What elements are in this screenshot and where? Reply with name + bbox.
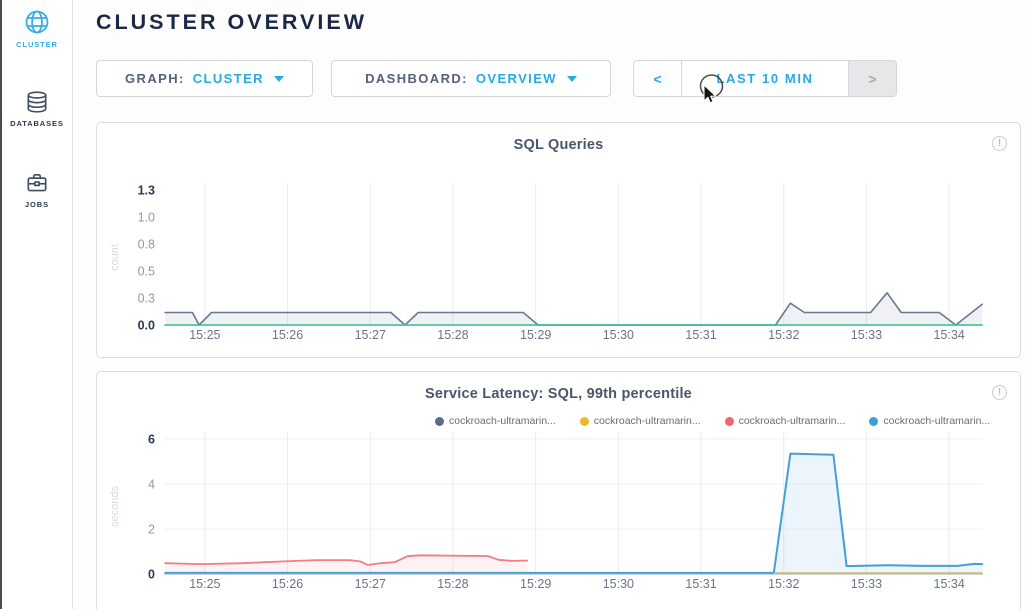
svg-text:15:29: 15:29 (520, 328, 551, 342)
svg-text:15:29: 15:29 (520, 577, 551, 591)
svg-text:15:26: 15:26 (272, 577, 303, 591)
svg-text:15:32: 15:32 (768, 328, 799, 342)
svg-text:15:25: 15:25 (189, 577, 220, 591)
graph-dropdown-value: CLUSTER (193, 71, 264, 86)
svg-text:15:31: 15:31 (685, 577, 716, 591)
time-next-button[interactable]: > (848, 61, 896, 96)
dashboard-dropdown-value: OVERVIEW (476, 71, 557, 86)
time-range-label[interactable]: LAST 10 MIN (682, 61, 848, 96)
database-icon (24, 89, 50, 115)
toolbar: GRAPH: CLUSTER DASHBOARD: OVERVIEW < LAS… (96, 60, 897, 97)
svg-text:15:30: 15:30 (603, 577, 634, 591)
svg-text:0.3: 0.3 (138, 292, 155, 306)
dashboard-dropdown-label: DASHBOARD: (365, 71, 468, 86)
svg-text:0.0: 0.0 (138, 319, 155, 333)
sidebar-item-label: JOBS (2, 200, 72, 209)
sidebar-item-cluster[interactable]: CLUSTER (2, 0, 72, 49)
sidebar-item-databases[interactable]: DATABASES (2, 49, 72, 128)
svg-text:2: 2 (148, 523, 155, 537)
svg-text:0: 0 (148, 568, 155, 582)
time-prev-button[interactable]: < (634, 61, 682, 96)
sidebar-item-label: DATABASES (2, 119, 72, 128)
svg-text:15:27: 15:27 (355, 328, 386, 342)
svg-text:15:31: 15:31 (685, 328, 716, 342)
service-latency-chart: 0 2 4 6 15:25 15:26 15:27 15:28 15:29 15:30 15:31 1… (97, 372, 1022, 609)
svg-text:1.3: 1.3 (138, 184, 155, 198)
briefcase-icon (24, 170, 50, 196)
main-content: CLUSTER OVERVIEW GRAPH: CLUSTER DASHBOAR… (73, 0, 1032, 609)
chevron-down-icon (274, 76, 284, 82)
graph-dropdown[interactable]: GRAPH: CLUSTER (96, 60, 313, 97)
dashboard-dropdown[interactable]: DASHBOARD: OVERVIEW (331, 60, 611, 97)
time-range-selector: < LAST 10 MIN > (633, 60, 897, 97)
svg-text:15:25: 15:25 (189, 328, 220, 342)
svg-text:4: 4 (148, 478, 155, 492)
sql-queries-chart: 0.0 0.3 0.5 0.8 1.0 1.3 15:25 15:26 15:27 15:28 15… (97, 123, 1022, 357)
chevron-down-icon (567, 76, 577, 82)
svg-text:15:33: 15:33 (851, 328, 882, 342)
sidebar: CLUSTER DATABASES JOBS (2, 0, 73, 609)
sidebar-item-label: CLUSTER (2, 40, 72, 49)
svg-text:15:34: 15:34 (934, 328, 965, 342)
svg-text:0.8: 0.8 (138, 238, 155, 252)
svg-text:seconds: seconds (109, 486, 121, 527)
svg-text:count: count (109, 244, 121, 271)
sidebar-item-jobs[interactable]: JOBS (2, 128, 72, 209)
page-title: CLUSTER OVERVIEW (96, 10, 1032, 35)
svg-text:15:28: 15:28 (437, 577, 468, 591)
svg-text:15:34: 15:34 (934, 577, 965, 591)
svg-text:0.5: 0.5 (138, 265, 155, 279)
sql-queries-card: SQL Queries ! 0.00.30.50.81.01.315:2515:… (96, 122, 1021, 358)
svg-text:15:26: 15:26 (272, 328, 303, 342)
svg-text:6: 6 (148, 433, 155, 447)
cluster-overview-page: CLUSTER DATABASES JOBS CLUSTER OVERVIEW (0, 0, 1032, 609)
globe-icon (23, 8, 51, 36)
svg-text:15:32: 15:32 (768, 577, 799, 591)
graph-dropdown-label: GRAPH: (125, 71, 185, 86)
svg-text:15:30: 15:30 (603, 328, 634, 342)
svg-text:1.0: 1.0 (138, 211, 155, 225)
svg-text:15:33: 15:33 (851, 577, 882, 591)
service-latency-card: Service Latency: SQL, 99th percentile ! … (96, 371, 1021, 609)
svg-text:15:27: 15:27 (355, 577, 386, 591)
svg-text:15:28: 15:28 (437, 328, 468, 342)
